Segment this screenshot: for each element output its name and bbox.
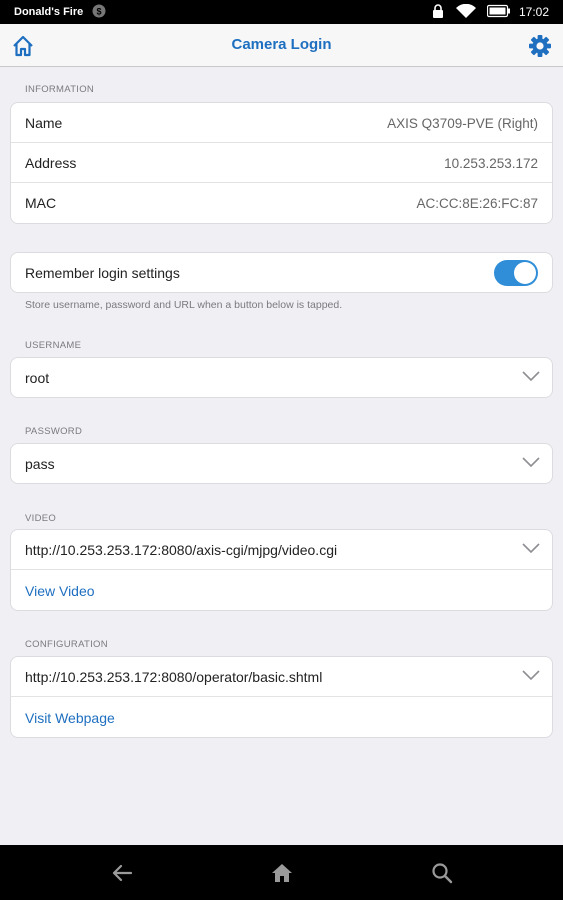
chevron-down-icon[interactable] <box>522 370 540 382</box>
password-card: pass <box>10 443 553 484</box>
toggle-knob <box>514 262 536 284</box>
svg-text:$: $ <box>96 7 101 17</box>
chevron-down-icon[interactable] <box>522 542 540 554</box>
battery-icon <box>487 4 510 18</box>
back-arrow-icon[interactable] <box>110 861 134 885</box>
video-card: http://10.253.253.172:8080/axis-cgi/mjpg… <box>10 529 553 611</box>
status-bar: Donald's Fire $ 17:02 <box>0 0 563 24</box>
info-label: Address <box>25 155 77 171</box>
info-value: AXIS Q3709-PVE (Right) <box>387 116 538 131</box>
chevron-down-icon[interactable] <box>522 669 540 681</box>
config-action-row: Visit Webpage <box>11 697 552 737</box>
info-label: Name <box>25 115 63 131</box>
username-header: USERNAME <box>25 340 82 351</box>
remember-hint: Store username, password and URL when a … <box>25 299 343 311</box>
notification-icon: $ <box>92 4 106 18</box>
username-field[interactable]: root <box>25 370 49 386</box>
video-header: VIDEO <box>25 513 57 524</box>
video-url-row: http://10.253.253.172:8080/axis-cgi/mjpg… <box>11 530 552 570</box>
wifi-icon <box>456 4 476 18</box>
information-header: INFORMATION <box>25 84 95 95</box>
configuration-header: CONFIGURATION <box>25 639 108 650</box>
remember-toggle[interactable] <box>494 260 538 286</box>
password-field[interactable]: pass <box>25 456 55 472</box>
page-title: Camera Login <box>231 36 332 53</box>
status-time: 17:02 <box>518 5 549 19</box>
video-action-row: View Video <box>11 570 552 610</box>
system-home-icon[interactable] <box>270 861 294 885</box>
view-video-link[interactable]: View Video <box>25 583 95 599</box>
gear-icon[interactable] <box>527 33 553 59</box>
search-icon[interactable] <box>430 861 454 885</box>
password-header: PASSWORD <box>25 426 83 437</box>
config-url-row: http://10.253.253.172:8080/operator/basi… <box>11 657 552 697</box>
config-url-field[interactable]: http://10.253.253.172:8080/operator/basi… <box>25 669 322 685</box>
remember-card: Remember login settings <box>10 252 553 293</box>
configuration-card: http://10.253.253.172:8080/operator/basi… <box>10 656 553 738</box>
info-label: MAC <box>25 195 57 211</box>
video-url-field[interactable]: http://10.253.253.172:8080/axis-cgi/mjpg… <box>25 542 337 558</box>
lock-icon <box>433 4 443 18</box>
chevron-down-icon[interactable] <box>522 456 540 468</box>
password-row: pass <box>11 444 552 484</box>
info-row-address: Address 10.253.253.172 <box>11 143 552 183</box>
visit-webpage-link[interactable]: Visit Webpage <box>25 710 115 726</box>
info-value: 10.253.253.172 <box>444 156 538 171</box>
username-card: root <box>10 357 553 398</box>
nav-bar: Camera Login <box>0 24 563 67</box>
information-card: Name AXIS Q3709-PVE (Right) Address 10.2… <box>10 102 553 224</box>
device-name: Donald's Fire <box>14 6 84 18</box>
system-nav-bar <box>0 845 563 900</box>
info-value: AC:CC:8E:26:FC:87 <box>416 196 538 211</box>
remember-label: Remember login settings <box>25 265 180 281</box>
username-row: root <box>11 358 552 398</box>
info-row-mac: MAC AC:CC:8E:26:FC:87 <box>11 183 552 223</box>
info-row-name: Name AXIS Q3709-PVE (Right) <box>11 103 552 143</box>
remember-row: Remember login settings <box>11 253 552 293</box>
